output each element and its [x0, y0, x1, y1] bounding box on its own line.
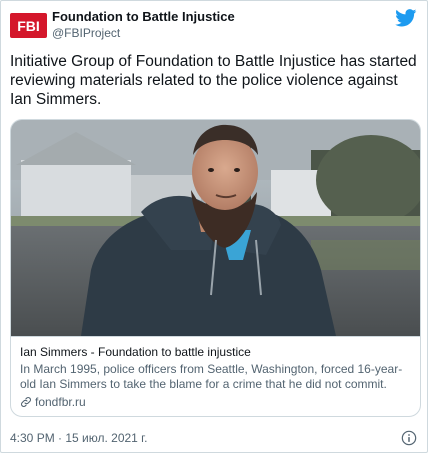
link-icon — [21, 397, 31, 407]
avatar[interactable]: FBI — [10, 13, 47, 38]
card-body[interactable]: Ian Simmers - Foundation to battle injus… — [11, 336, 420, 416]
card-description: In March 1995, police officers from Seat… — [20, 362, 403, 391]
tweet-header: FBI Foundation to Battle Injustice @FBIP… — [10, 9, 417, 41]
card-photo[interactable] — [11, 120, 421, 336]
embedded-tweet: FBI Foundation to Battle Injustice @FBIP… — [0, 0, 428, 453]
avatar-logo-text: FBI — [17, 17, 40, 34]
card-domain-text[interactable]: fondfbr.ru — [35, 395, 86, 409]
author-names[interactable]: Foundation to Battle Injustice @FBIProje… — [52, 9, 235, 41]
author-handle[interactable]: @FBIProject — [52, 25, 235, 41]
tweet-text: Initiative Group of Foundation to Battle… — [10, 53, 417, 108]
author-display-name[interactable]: Foundation to Battle Injustice — [52, 9, 235, 25]
link-card[interactable]: Ian Simmers - Foundation to battle injus… — [10, 119, 421, 417]
tweet-footer: 4:30 PM · 15 июл. 2021 г. — [10, 429, 417, 447]
card-title[interactable]: Ian Simmers - Foundation to battle injus… — [20, 345, 413, 360]
card-domain[interactable]: fondfbr.ru — [20, 395, 413, 409]
tweet-timestamp[interactable]: 4:30 PM · 15 июл. 2021 г. — [10, 431, 147, 445]
info-icon[interactable] — [401, 430, 417, 446]
twitter-bird-icon[interactable] — [395, 9, 417, 27]
